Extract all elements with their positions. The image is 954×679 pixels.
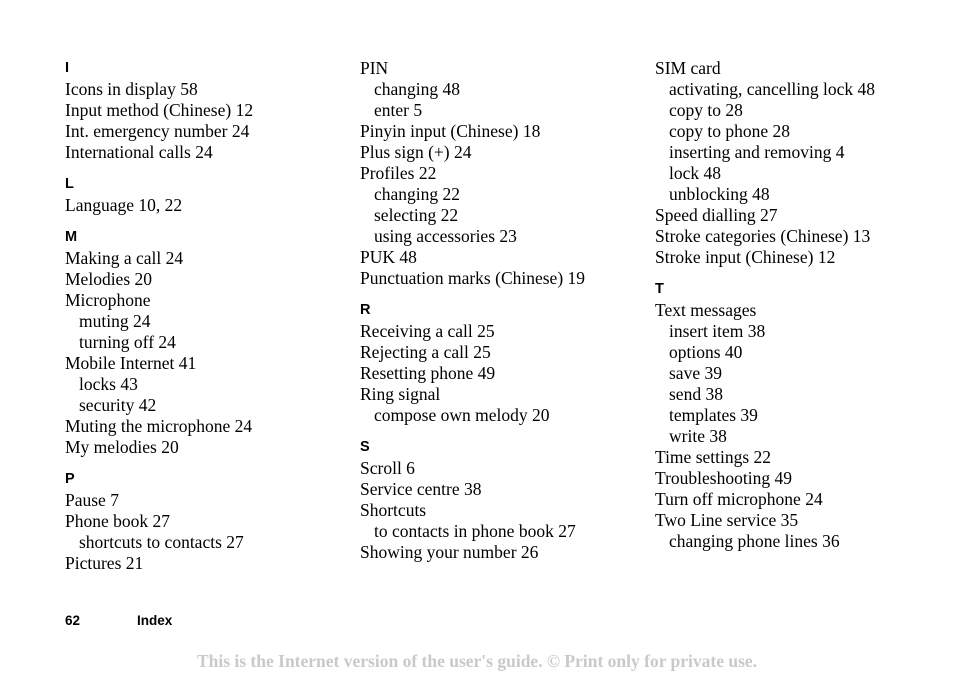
index-entry: Service centre 38	[360, 479, 482, 499]
index-subentry: write 38	[669, 426, 727, 446]
index-column-2: PIN changing 48 enter 5 Pinyin input (Chine…	[360, 58, 655, 563]
page-section-label: Index	[137, 613, 173, 628]
index-subentry: enter 5	[374, 100, 423, 120]
index-entry: Profiles 22	[360, 163, 437, 183]
index-section: I Icons in display 58 Input method (Chines…	[65, 58, 360, 163]
index-subentry: templates 39	[669, 405, 758, 425]
index-entry: Receiving a call 25	[360, 321, 495, 341]
page-number: 62	[65, 613, 81, 628]
index-entry: Phone book 27	[65, 511, 170, 531]
index-subentry: copy to phone 28	[669, 121, 791, 141]
index-entry: Pinyin input (Chinese) 18	[360, 121, 541, 141]
index-page: I Icons in display 58 Input method (Chines…	[0, 0, 954, 679]
index-subentry: changing phone lines 36	[669, 531, 840, 551]
index-entry: Punctuation marks (Chinese) 19	[360, 268, 586, 288]
index-entry: Melodies 20	[65, 269, 153, 289]
index-entry: Pictures 21	[65, 553, 144, 573]
index-entry: Language 10, 22	[65, 195, 183, 215]
index-entry: Ring signal	[360, 384, 441, 404]
index-subentry: muting 24	[79, 311, 151, 331]
section-letter-heading: L	[65, 176, 74, 192]
index-subentry: selecting 22	[374, 205, 459, 225]
index-subentry: unblocking 48	[669, 184, 770, 204]
index-entry: SIM card	[655, 58, 721, 78]
index-subentry: security 42	[79, 395, 157, 415]
index-entry: Resetting phone 49	[360, 363, 496, 383]
index-subentry: locks 43	[79, 374, 138, 394]
index-subentry: activating, cancelling lock 48	[669, 79, 876, 99]
index-entry: Text messages	[655, 300, 757, 320]
index-entry: Scroll 6	[360, 458, 415, 478]
index-entry: Making a call 24	[65, 248, 184, 268]
index-entry: My melodies 20	[65, 437, 179, 457]
index-entry: Speed dialling 27	[655, 205, 778, 225]
index-entry: Troubleshooting 49	[655, 468, 792, 488]
index-entry: Turn off microphone 24	[655, 489, 823, 509]
index-entry: Plus sign (+) 24	[360, 142, 472, 162]
index-subentry: save 39	[669, 363, 722, 383]
index-subentry: turning off 24	[79, 332, 176, 352]
index-entry: Time settings 22	[655, 447, 772, 467]
index-entry: PUK 48	[360, 247, 417, 267]
index-column-1: I Icons in display 58 Input method (Chines…	[65, 58, 360, 574]
index-entry: Icons in display 58	[65, 79, 198, 99]
index-subentry: changing 22	[374, 184, 461, 204]
index-entry: Mobile Internet 41	[65, 353, 197, 373]
index-subentry: lock 48	[669, 163, 722, 183]
index-subentry: shortcuts to contacts 27	[79, 532, 244, 552]
section-letter-heading: M	[65, 229, 78, 245]
index-entry: Microphone	[65, 290, 151, 310]
index-entry: Stroke input (Chinese) 12	[655, 247, 836, 267]
index-entry: Rejecting a call 25	[360, 342, 491, 362]
index-subentry: inserting and removing 4	[669, 142, 845, 162]
index-section: R Receiving a call 25 Rejecting a call 25 R…	[360, 300, 655, 426]
index-entry: Two Line service 35	[655, 510, 799, 530]
index-entry: International calls 24	[65, 142, 213, 162]
index-entry: Input method (Chinese) 12	[65, 100, 254, 120]
page-footer: 62 Index	[65, 613, 172, 628]
index-subentry: to contacts in phone book 27	[374, 521, 576, 541]
index-entry: Pause 7	[65, 490, 119, 510]
index-entry: Int. emergency number 24	[65, 121, 250, 141]
index-subentry: send 38	[669, 384, 723, 404]
index-entry: Muting the microphone 24	[65, 416, 253, 436]
index-entry: PIN	[360, 58, 389, 78]
index-subentry: copy to 28	[669, 100, 743, 120]
index-section: M Making a call 24 Melodies 20 Microphone mu…	[65, 227, 360, 458]
index-column-3: SIM card activating, cancelling lock 48 co…	[655, 58, 950, 552]
index-subentry: options 40	[669, 342, 743, 362]
index-subentry: compose own melody 20	[374, 405, 550, 425]
index-entry: Stroke categories (Chinese) 13	[655, 226, 871, 246]
section-letter-heading: R	[360, 302, 371, 318]
index-section: PIN changing 48 enter 5 Pinyin input (Chine…	[360, 58, 655, 289]
section-letter-heading: P	[65, 471, 75, 487]
index-subentry: insert item 38	[669, 321, 766, 341]
index-section: S Scroll 6 Service centre 38 Shortcuts to co…	[360, 437, 655, 563]
section-letter-heading: T	[655, 281, 664, 297]
internet-version-disclaimer: This is the Internet version of the user…	[196, 651, 758, 671]
index-section: P Pause 7 Phone book 27 shortcuts to contac…	[65, 469, 360, 574]
index-entry: Showing your number 26	[360, 542, 539, 562]
index-subentry: using accessories 23	[374, 226, 517, 246]
index-subentry: changing 48	[374, 79, 461, 99]
index-entry: Shortcuts	[360, 500, 427, 520]
index-section: L Language 10, 22	[65, 174, 360, 216]
section-letter-heading: I	[65, 60, 70, 76]
index-section: SIM card activating, cancelling lock 48 co…	[655, 58, 950, 268]
index-section: T Text messages insert item 38 options 40 sa…	[655, 279, 950, 552]
index-columns: I Icons in display 58 Input method (Chines…	[65, 58, 945, 574]
section-letter-heading: S	[360, 439, 370, 455]
